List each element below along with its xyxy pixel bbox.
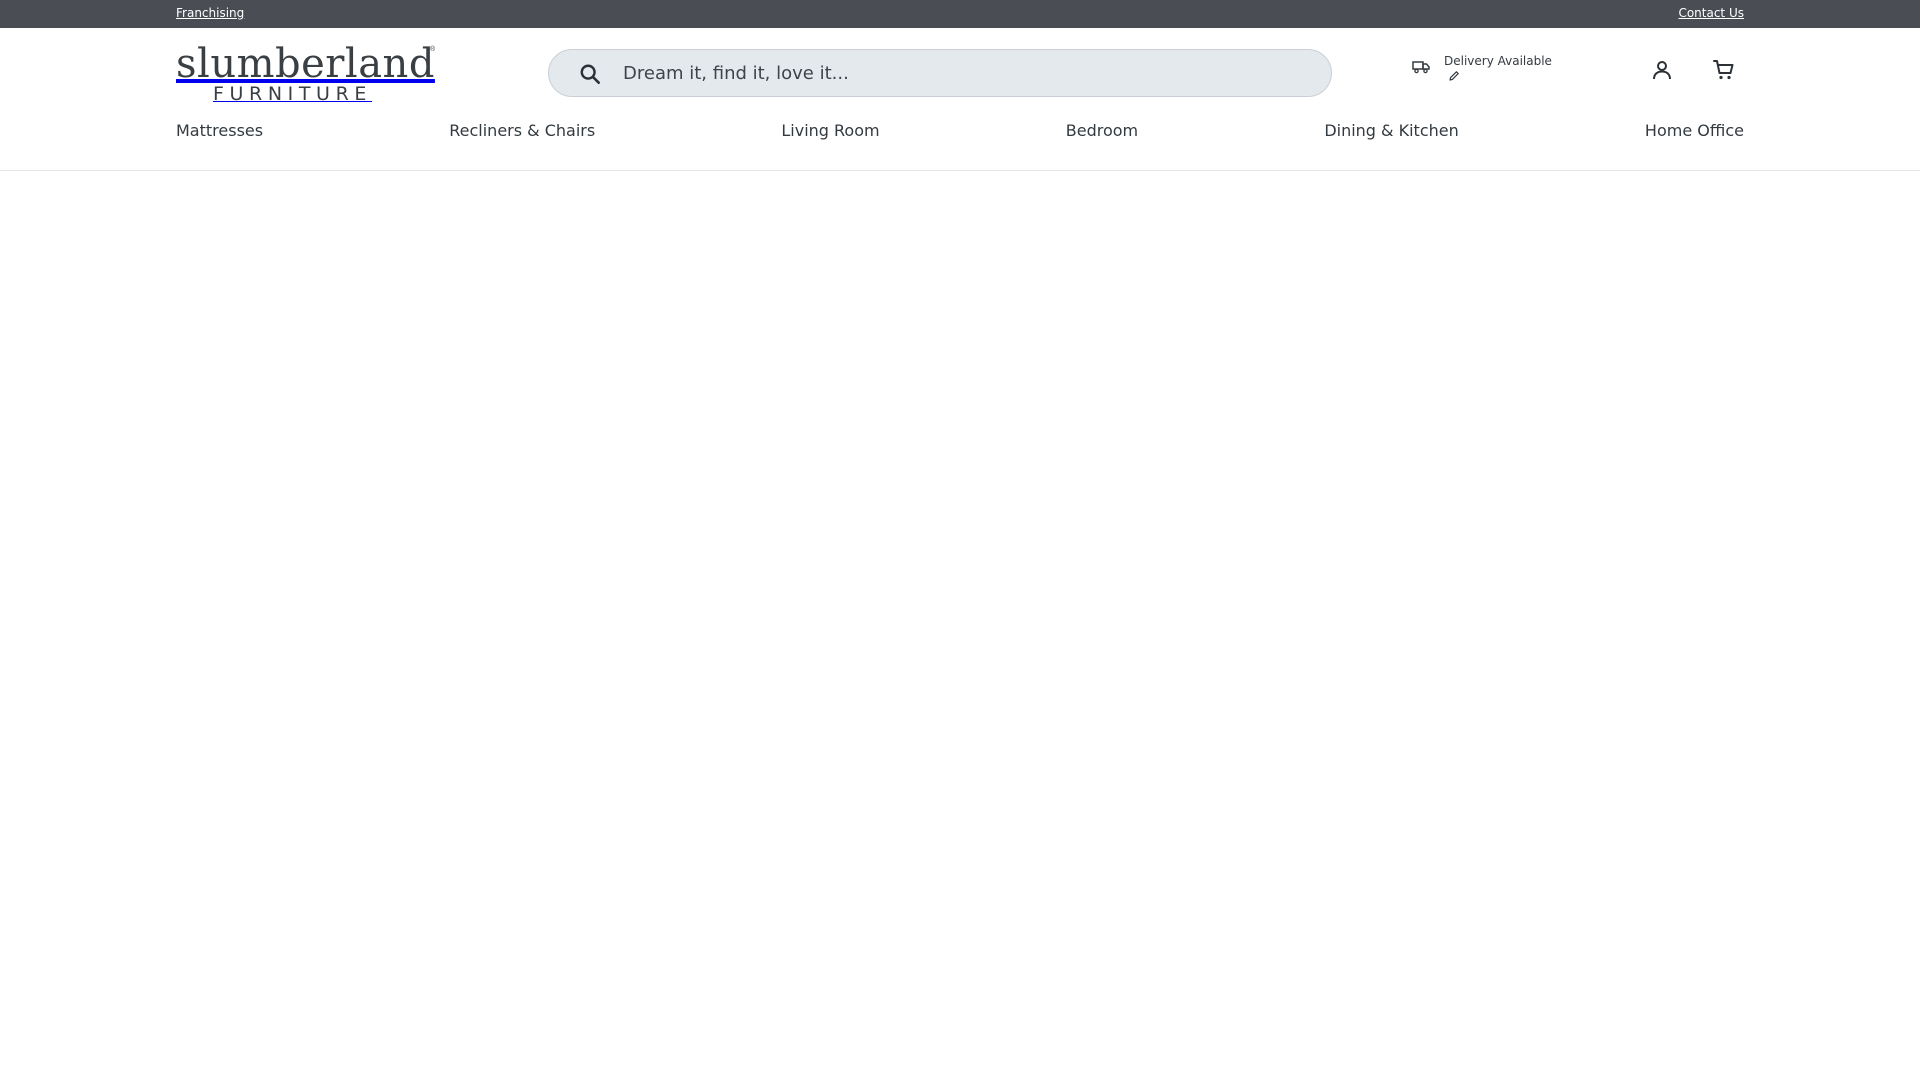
logo-subword: FURNITURE xyxy=(213,83,372,105)
account-icon[interactable] xyxy=(1650,58,1674,82)
nav-item-living-room[interactable]: Living Room xyxy=(781,121,879,145)
logo-wordmark: slumberland xyxy=(176,41,435,87)
nav-item-mattresses[interactable]: Mattresses xyxy=(176,121,263,145)
site-header: slumberland ® FURNITURE Delivery Availab… xyxy=(0,28,1920,171)
truck-icon xyxy=(1412,61,1430,74)
search-bar xyxy=(548,49,1332,97)
nav-item-dining-kitchen[interactable]: Dining & Kitchen xyxy=(1324,121,1458,145)
franchising-link[interactable]: Franchising xyxy=(176,6,244,20)
logo-registered-mark: ® xyxy=(430,46,436,53)
utility-bar: Franchising Contact Us xyxy=(0,0,1920,28)
logo[interactable]: slumberland ® FURNITURE xyxy=(176,41,436,105)
search-icon[interactable] xyxy=(579,63,601,85)
delivery-label: Delivery Available xyxy=(1444,54,1552,68)
delivery-selector[interactable]: Delivery Available xyxy=(1412,54,1562,88)
search-input[interactable] xyxy=(623,50,1313,96)
nav-item-bedroom[interactable]: Bedroom xyxy=(1066,121,1138,145)
cart-icon[interactable] xyxy=(1712,58,1736,82)
main-nav: Mattresses Recliners & Chairs Living Roo… xyxy=(176,121,1744,145)
nav-item-home-office[interactable]: Home Office xyxy=(1645,121,1744,145)
pencil-icon[interactable] xyxy=(1448,70,1460,82)
contact-us-link[interactable]: Contact Us xyxy=(1678,6,1744,20)
nav-item-recliners-chairs[interactable]: Recliners & Chairs xyxy=(449,121,595,145)
